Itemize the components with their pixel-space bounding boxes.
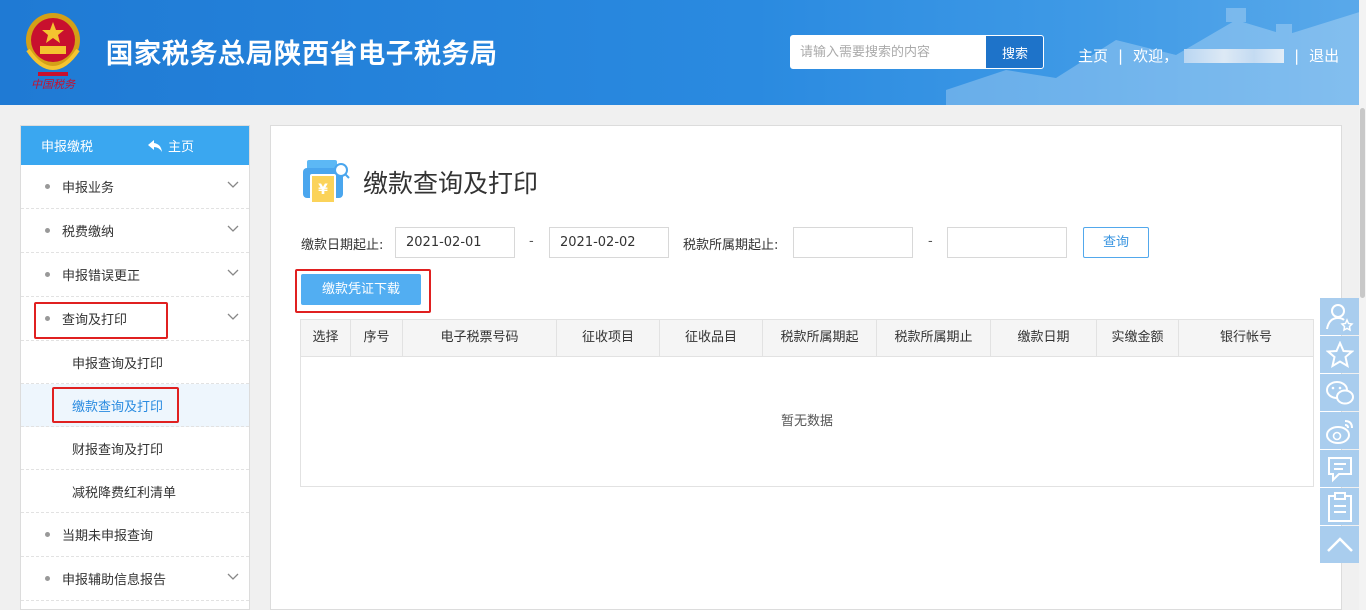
- pay-date-label: 缴款日期起止:: [301, 238, 384, 253]
- col-index: 序号: [351, 320, 403, 356]
- search-input[interactable]: [791, 36, 986, 68]
- svg-text:中国税务: 中国税务: [31, 78, 76, 91]
- col-period-start: 税款所属期起: [763, 320, 877, 356]
- back-to-top-button[interactable]: [1320, 526, 1360, 563]
- sidebar-item-pay[interactable]: 税费缴纳: [21, 209, 249, 253]
- highlight-box-download: [295, 269, 431, 313]
- chevron-down-icon: [227, 181, 239, 188]
- highlight-box-query-print: [34, 302, 168, 339]
- col-select: 选择: [301, 320, 351, 356]
- tax-period-label: 税款所属期起止:: [683, 238, 779, 253]
- sidebar-item-label: 税费缴纳: [62, 225, 115, 240]
- sidebar: 申报缴税 主页 申报业务 税费缴纳 申报错误更正 查询及打印 申报查询及打印 缴…: [20, 125, 250, 610]
- logout-link[interactable]: 退出: [1309, 45, 1339, 66]
- print-receipt-icon: ¥: [303, 160, 350, 204]
- sidebar-title: 申报缴税: [41, 140, 94, 155]
- col-e-ticket-no: 电子税票号码: [403, 320, 557, 356]
- payment-table: 选择 序号 电子税票号码 征收项目 征收品目 税款所属期起 税款所属期止 缴款日…: [300, 319, 1314, 487]
- reply-arrow-icon: [148, 139, 163, 152]
- bullet-dot: [45, 532, 50, 537]
- bullet-dot: [45, 576, 50, 581]
- wechat-icon: [1326, 380, 1354, 404]
- sidebar-item-label: 申报辅助信息报告: [62, 573, 167, 588]
- user-favorite-button[interactable]: [1320, 298, 1360, 335]
- highlight-box-payment-query: [52, 387, 179, 423]
- sidebar-home-link[interactable]: 主页: [148, 136, 194, 155]
- search-button[interactable]: 搜索: [986, 36, 1043, 68]
- site-header: 中国税务 国家税务总局陕西省电子税务局 搜索 主页 | 欢迎， | 退出: [0, 0, 1366, 105]
- range-dash: -: [529, 234, 534, 249]
- chevron-down-icon: [227, 269, 239, 276]
- col-period-end: 税款所属期止: [877, 320, 991, 356]
- col-tax-subitem: 征收品目: [660, 320, 763, 356]
- table-header: 选择 序号 电子税票号码 征收项目 征收品目 税款所属期起 税款所属期止 缴款日…: [301, 320, 1313, 357]
- bullet-dot: [45, 228, 50, 233]
- sidebar-item-label: 当期未申报查询: [62, 529, 154, 544]
- wechat-button[interactable]: [1320, 374, 1360, 411]
- tax-period-start-input[interactable]: [793, 227, 913, 258]
- scrollbar-thumb[interactable]: [1360, 108, 1365, 298]
- home-link[interactable]: 主页: [1078, 45, 1108, 66]
- col-bank-account: 银行帐号: [1219, 330, 1272, 345]
- site-title: 国家税务总局陕西省电子税务局: [106, 39, 498, 70]
- sidebar-home-label: 主页: [168, 140, 195, 155]
- sidebar-subitem-tax-relief-list[interactable]: 减税降费红利清单: [21, 470, 249, 513]
- main-panel: ¥ 缴款查询及打印 缴款日期起止: 2021-02-01 - 2021-02-0…: [270, 125, 1342, 610]
- sidebar-item-label: 申报错误更正: [62, 269, 141, 284]
- welcome-text: 欢迎，: [1133, 47, 1179, 65]
- tax-emblem-logo: 中国税务: [26, 13, 80, 91]
- sidebar-item-correction[interactable]: 申报错误更正: [21, 253, 249, 297]
- pay-date-start-input[interactable]: 2021-02-01: [395, 227, 515, 258]
- page-scrollbar[interactable]: [1359, 0, 1366, 610]
- chevron-up-icon: [227, 313, 239, 320]
- sidebar-header: 申报缴税 主页: [21, 126, 249, 165]
- pay-date-end-input[interactable]: 2021-02-02: [549, 227, 669, 258]
- sidebar-item-declare[interactable]: 申报业务: [21, 165, 249, 209]
- masked-username: [1184, 48, 1285, 63]
- star-icon: [1326, 340, 1354, 368]
- separator: |: [1118, 46, 1124, 65]
- page-title: 缴款查询及打印: [363, 169, 539, 198]
- clipboard-icon: [1328, 491, 1352, 522]
- col-pay-date: 缴款日期: [991, 320, 1097, 356]
- feedback-button[interactable]: [1320, 450, 1360, 487]
- bullet-dot: [45, 184, 50, 189]
- back-to-top-icon: [1327, 536, 1353, 552]
- search-box: 搜索: [790, 35, 1044, 69]
- query-button[interactable]: 查询: [1083, 227, 1149, 258]
- feedback-icon: [1328, 456, 1352, 482]
- chevron-down-icon: [227, 573, 239, 580]
- col-amount: 实缴金额: [1097, 320, 1179, 356]
- weibo-button[interactable]: [1320, 412, 1360, 449]
- range-dash: -: [928, 234, 933, 249]
- tax-period-end-input[interactable]: [947, 227, 1067, 258]
- sidebar-item-label: 申报业务: [62, 181, 115, 196]
- svg-text:¥: ¥: [318, 182, 328, 198]
- favorite-button[interactable]: [1320, 336, 1360, 373]
- sidebar-item-undeclared-query[interactable]: 当期未申报查询: [21, 513, 249, 557]
- clipboard-button[interactable]: [1320, 488, 1360, 525]
- col-tax-item: 征收项目: [557, 320, 660, 356]
- separator: |: [1294, 46, 1300, 65]
- empty-state-text: 暂无数据: [780, 414, 833, 429]
- chevron-down-icon: [227, 225, 239, 232]
- weibo-icon: [1326, 419, 1353, 444]
- sidebar-subitem-declare-query[interactable]: 申报查询及打印: [21, 341, 249, 384]
- user-star-icon: [1326, 303, 1354, 331]
- sidebar-subitem-financial-query[interactable]: 财报查询及打印: [21, 427, 249, 470]
- sidebar-item-aux-report[interactable]: 申报辅助信息报告: [21, 557, 249, 601]
- bullet-dot: [45, 272, 50, 277]
- top-links: 主页 | 欢迎， | 退出: [1078, 45, 1339, 66]
- floating-toolbar: [1320, 298, 1360, 564]
